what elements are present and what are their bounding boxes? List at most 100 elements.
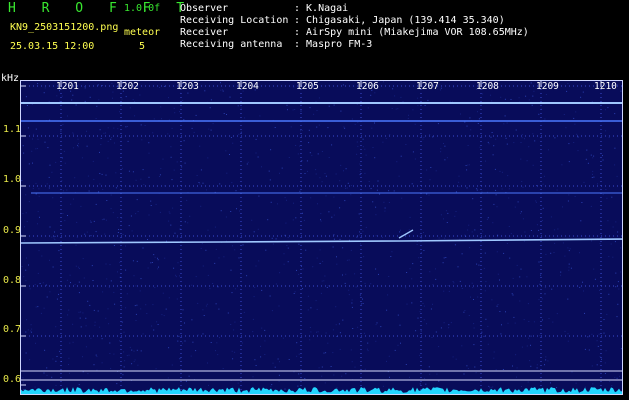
noise-speck (26, 257, 27, 259)
noise-speck (389, 376, 390, 378)
noise-speck (84, 86, 85, 87)
noise-speck (116, 383, 118, 385)
noise-speck (542, 207, 544, 209)
noise-speck (170, 146, 172, 148)
noise-speck (486, 218, 488, 220)
info-value-receiver: : AirSpy mini (Miakejima VOR 108.65MHz) (294, 27, 529, 38)
info-label-receiver: Receiver (180, 27, 229, 38)
spectrogram-plot[interactable] (20, 80, 623, 395)
noise-speck (25, 280, 27, 282)
noise-speck (55, 326, 57, 328)
noise-speck (69, 342, 71, 344)
noise-speck (183, 140, 185, 142)
noise-speck (113, 245, 115, 246)
noise-speck (284, 197, 286, 199)
noise-speck (154, 287, 156, 289)
noise-speck (544, 293, 546, 295)
noise-speck (414, 158, 416, 160)
noise-speck (95, 203, 97, 205)
noise-speck (32, 138, 33, 140)
noise-speck (22, 377, 24, 379)
noise-speck (191, 319, 193, 321)
noise-speck (374, 122, 375, 124)
noise-speck (594, 278, 596, 280)
noise-speck (550, 382, 551, 384)
noise-speck (126, 355, 128, 357)
noise-speck (517, 201, 519, 203)
noise-speck (49, 226, 51, 228)
noise-speck (148, 152, 150, 154)
noise-speck (252, 376, 254, 378)
noise-speck (392, 88, 394, 90)
noise-speck (25, 212, 27, 214)
noise-speck (278, 305, 280, 307)
noise-speck (46, 367, 48, 369)
noise-speck (89, 184, 90, 186)
noise-speck (469, 117, 471, 119)
noise-speck (338, 323, 340, 325)
noise-speck (425, 383, 427, 385)
noise-speck (362, 298, 363, 300)
noise-speck (181, 166, 183, 168)
noise-speck (77, 146, 79, 148)
noise-speck (288, 359, 290, 360)
noise-speck (364, 172, 366, 174)
noise-speck (293, 202, 294, 204)
noise-speck (458, 186, 460, 188)
noise-speck (33, 133, 35, 135)
noise-speck (123, 351, 125, 353)
noise-speck (390, 256, 392, 257)
x-tick-label: 1202 (116, 81, 139, 92)
noise-speck (466, 169, 468, 171)
noise-speck (455, 211, 457, 212)
noise-speck (287, 261, 289, 263)
noise-speck (467, 229, 469, 231)
noise-speck (609, 381, 611, 382)
noise-speck (207, 229, 209, 231)
noise-speck (394, 95, 396, 97)
noise-speck (205, 249, 207, 251)
noise-speck (521, 346, 523, 348)
noise-speck (230, 137, 232, 138)
noise-speck (210, 342, 212, 343)
noise-speck (606, 197, 608, 199)
y-tick-label: 0.7 (3, 324, 22, 335)
noise-speck (153, 329, 155, 331)
noise-speck (82, 258, 84, 260)
noise-speck (526, 345, 528, 347)
noise-speck (419, 235, 421, 237)
noise-speck (507, 322, 509, 324)
noise-speck (375, 206, 377, 208)
noise-speck (193, 131, 195, 133)
noise-speck (85, 346, 87, 348)
noise-speck (46, 296, 48, 298)
info-label-antenna: Receiving antenna (180, 39, 283, 50)
noise-speck (260, 356, 262, 358)
noise-speck (405, 144, 407, 145)
noise-speck (59, 100, 61, 102)
noise-speck (520, 142, 522, 143)
noise-speck (411, 278, 413, 280)
noise-speck (599, 289, 600, 291)
noise-speck (587, 162, 589, 164)
noise-speck (209, 288, 211, 290)
noise-speck (182, 309, 184, 311)
noise-speck (277, 203, 278, 205)
noise-speck (612, 226, 614, 228)
noise-speck (290, 126, 292, 128)
noise-speck (592, 383, 594, 385)
info-value-location: : Chigasaki, Japan (139.414 35.340) (294, 15, 505, 26)
noise-speck (168, 347, 170, 349)
noise-speck (530, 365, 532, 367)
noise-speck (590, 205, 592, 207)
noise-speck (614, 147, 616, 149)
noise-speck (234, 321, 236, 323)
noise-speck (580, 220, 582, 222)
noise-speck (76, 221, 78, 223)
noise-speck (99, 129, 101, 131)
noise-speck (219, 337, 220, 339)
noise-speck (298, 273, 300, 275)
noise-speck (406, 303, 408, 305)
noise-speck (104, 233, 106, 235)
noise-speck (187, 92, 189, 94)
